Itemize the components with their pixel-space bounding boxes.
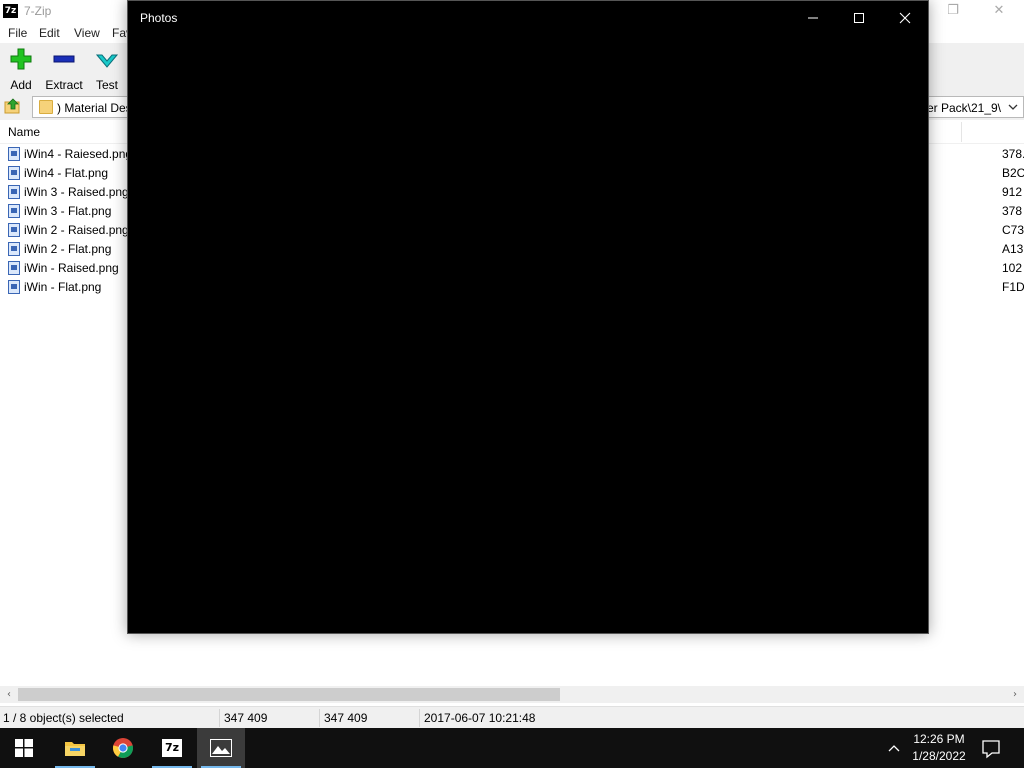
column-name[interactable]: Name <box>8 125 40 139</box>
file-value: F1D <box>1002 280 1024 294</box>
status-divider <box>419 709 420 727</box>
file-name: iWin - Raised.png <box>24 261 119 275</box>
taskbar: 7z 12:26 PM 1/28/2022 <box>0 728 1024 768</box>
clock-date: 1/28/2022 <box>912 749 966 763</box>
plus-icon <box>10 48 32 70</box>
test-label: Test <box>95 78 118 92</box>
image-file-icon <box>8 280 20 294</box>
status-bar: 1 / 8 object(s) selected 347 409 347 409… <box>0 706 1024 728</box>
column-divider[interactable] <box>961 122 962 142</box>
photos-icon <box>210 739 232 757</box>
image-file-icon <box>8 147 20 161</box>
status-divider <box>219 709 220 727</box>
maximize-icon <box>854 13 864 23</box>
menu-file[interactable]: File <box>8 26 27 40</box>
status-modified: 2017-06-07 10:21:48 <box>424 711 536 725</box>
path-text-end: per Pack\21_9\ <box>920 101 1001 115</box>
menu-edit[interactable]: Edit <box>39 26 60 40</box>
status-selection: 1 / 8 object(s) selected <box>3 711 124 725</box>
up-folder-icon[interactable] <box>4 97 22 115</box>
file-explorer-icon <box>65 742 85 756</box>
notification-center-icon[interactable] <box>980 738 1002 760</box>
file-value: 912 <box>1002 185 1023 199</box>
photos-maximize-button[interactable] <box>836 1 882 33</box>
status-size: 347 409 <box>224 711 268 725</box>
close-icon[interactable]: ✕ <box>976 0 1022 23</box>
file-name: iWin4 - Flat.png <box>24 166 109 180</box>
taskbar-clock[interactable]: 12:26 PM 1/28/2022 <box>908 731 970 765</box>
image-file-icon <box>8 185 20 199</box>
image-file-icon <box>8 166 20 180</box>
chevron-up-icon[interactable] <box>884 740 904 756</box>
file-name: iWin 2 - Flat.png <box>24 242 112 256</box>
scroll-right-icon[interactable]: › <box>1007 687 1023 702</box>
file-name: iWin - Flat.png <box>24 280 102 294</box>
start-button[interactable] <box>0 728 48 768</box>
menu-view[interactable]: View <box>74 26 100 40</box>
taskbar-photos[interactable] <box>197 728 245 768</box>
file-value: 102 <box>1002 261 1023 275</box>
restore-icon[interactable]: ❐ <box>930 0 976 23</box>
window-title: 7-Zip <box>24 4 52 18</box>
file-value: 378. <box>1002 147 1024 161</box>
close-icon <box>899 12 911 24</box>
test-button[interactable]: Test <box>94 47 120 92</box>
file-value: A13 <box>1002 242 1024 256</box>
file-value: 378 <box>1002 204 1023 218</box>
scrollbar-thumb[interactable] <box>18 688 560 701</box>
extract-button[interactable]: Extract <box>44 47 84 92</box>
file-value: B2C <box>1002 166 1024 180</box>
path-text-start: ) Material Des <box>57 101 132 115</box>
status-packed: 347 409 <box>324 711 368 725</box>
chevron-down-icon[interactable] <box>1007 100 1019 114</box>
folder-icon <box>39 100 53 114</box>
horizontal-scrollbar[interactable]: ‹ › <box>0 686 1024 703</box>
file-value: C73 <box>1002 223 1024 237</box>
clock-time: 12:26 PM <box>913 732 965 746</box>
7zip-icon: 7z <box>162 739 182 757</box>
photos-close-button[interactable] <box>882 1 928 33</box>
photos-title: Photos <box>140 11 178 25</box>
file-name: iWin 2 - Raised.png <box>24 223 129 237</box>
file-name: iWin4 - Raiesed.png <box>24 147 133 161</box>
image-file-icon <box>8 223 20 237</box>
add-button[interactable]: Add <box>6 47 36 92</box>
image-file-icon <box>8 204 20 218</box>
image-file-icon <box>8 261 20 275</box>
file-name: iWin 3 - Raised.png <box>24 185 129 199</box>
7zip-app-icon: 7z <box>3 4 18 18</box>
windows-start-icon <box>15 739 33 757</box>
minus-icon <box>53 55 75 63</box>
status-divider <box>319 709 320 727</box>
taskbar-file-explorer[interactable] <box>51 728 99 768</box>
chrome-icon <box>112 738 134 759</box>
taskbar-chrome[interactable] <box>99 728 147 768</box>
test-checkmark-icon <box>95 54 119 68</box>
add-label: Add <box>10 78 32 92</box>
scroll-left-icon[interactable]: ‹ <box>1 687 17 702</box>
image-file-icon <box>8 242 20 256</box>
minimize-icon <box>808 17 818 19</box>
photos-window[interactable]: Photos <box>127 0 929 634</box>
taskbar-7zip[interactable]: 7z <box>148 728 196 768</box>
file-name: iWin 3 - Flat.png <box>24 204 112 218</box>
extract-label: Extract <box>45 78 83 92</box>
photos-minimize-button[interactable] <box>790 1 836 33</box>
